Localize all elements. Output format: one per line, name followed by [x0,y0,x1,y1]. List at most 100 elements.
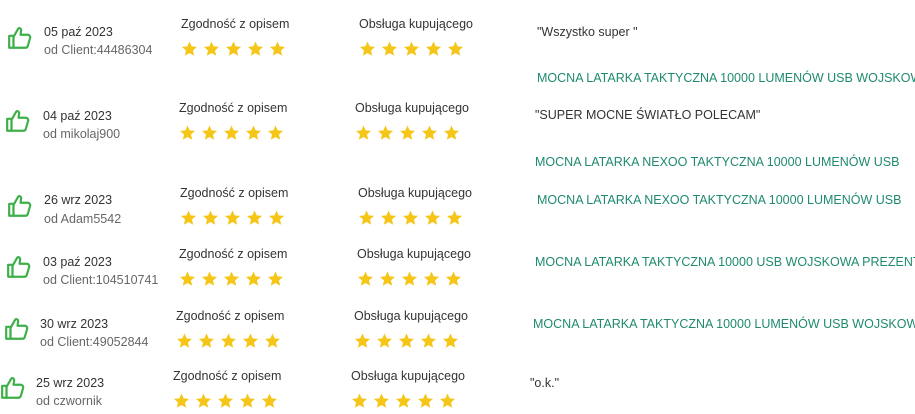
star-icon [358,210,375,226]
star-icon [423,271,440,287]
product-link[interactable]: MOCNA LATARKA NEXOO TAKTYCZNA 10000 LUME… [537,193,901,207]
description-accuracy-stars [181,41,291,57]
description-accuracy-label: Zgodność z opisem [180,186,289,200]
product-link[interactable]: MOCNA LATARKA NEXOO TAKTYCZNA 10000 LUME… [535,155,899,169]
star-icon [442,333,459,349]
product-link[interactable]: MOCNA LATARKA TAKTYCZNA 10000 LUMENÓW US… [533,317,915,331]
review-author: od Client:104510741 [43,273,159,287]
thumbs-up-icon [0,375,26,401]
buyer-service-stars [351,393,461,409]
star-icon [224,210,241,226]
star-icon [176,333,193,349]
star-icon [269,41,286,57]
star-icon [355,125,372,141]
description-accuracy-stars [176,333,286,349]
thumbs-up-icon [4,316,30,342]
star-icon [225,41,242,57]
star-icon [379,271,396,287]
description-accuracy-label: Zgodność z opisem [173,369,282,383]
review-comment: "SUPER MOCNE ŚWIATŁO POLECAM" [535,108,761,122]
star-icon [245,125,262,141]
buyer-service-stars [358,210,468,226]
star-icon [425,41,442,57]
star-icon [201,125,218,141]
buyer-service-stars [359,41,469,57]
star-icon [179,125,196,141]
star-icon [223,271,240,287]
star-icon [245,271,262,287]
star-icon [179,271,196,287]
star-icon [201,271,218,287]
star-icon [381,41,398,57]
star-icon [217,393,234,409]
description-accuracy-label: Zgodność z opisem [181,17,290,31]
buyer-service-label: Obsługa kupującego [357,247,471,261]
thumbs-up-icon [7,193,33,219]
star-icon [220,333,237,349]
star-icon [239,393,256,409]
star-icon [198,333,215,349]
review-comment: "o.k." [530,376,560,390]
review-author: od czwornik [36,394,102,408]
star-icon [439,393,456,409]
product-link[interactable]: MOCNA LATARKA TAKTYCZNA 10000 LUMENÓW US… [537,71,915,85]
star-icon [401,271,418,287]
star-icon [395,393,412,409]
star-icon [417,393,434,409]
description-accuracy-label: Zgodność z opisem [179,101,288,115]
description-accuracy-label: Zgodność z opisem [179,247,288,261]
star-icon [181,41,198,57]
description-accuracy-stars [180,210,290,226]
review-author: od Client:44486304 [44,43,153,57]
star-icon [447,41,464,57]
star-icon [376,333,393,349]
star-icon [264,333,281,349]
star-icon [398,333,415,349]
star-icon [202,210,219,226]
star-icon [424,210,441,226]
review-date: 05 paź 2023 [44,25,113,39]
star-icon [195,393,212,409]
star-icon [247,41,264,57]
star-icon [446,210,463,226]
description-accuracy-label: Zgodność z opisem [176,309,285,323]
buyer-service-label: Obsługa kupującego [355,101,469,115]
review-author: od Adam5542 [44,212,122,226]
star-icon [203,41,220,57]
star-icon [351,393,368,409]
thumbs-up-icon [6,254,32,280]
product-link[interactable]: MOCNA LATARKA TAKTYCZNA 10000 USB WOJSKO… [535,255,915,269]
star-icon [377,125,394,141]
buyer-service-label: Obsługa kupującego [351,369,465,383]
description-accuracy-stars [173,393,283,409]
description-accuracy-stars [179,125,289,141]
buyer-service-stars [357,271,467,287]
thumbs-up-icon [7,25,33,51]
star-icon [223,125,240,141]
star-icon [399,125,416,141]
star-icon [380,210,397,226]
star-icon [267,271,284,287]
star-icon [261,393,278,409]
review-date: 25 wrz 2023 [36,376,105,390]
star-icon [402,210,419,226]
review-author: od mikolaj900 [43,127,121,141]
star-icon [180,210,197,226]
review-date: 04 paź 2023 [43,109,112,123]
star-icon [268,210,285,226]
star-icon [403,41,420,57]
review-date: 26 wrz 2023 [44,193,113,207]
buyer-service-label: Obsługa kupującego [358,186,472,200]
star-icon [354,333,371,349]
star-icon [246,210,263,226]
buyer-service-label: Obsługa kupującego [354,309,468,323]
star-icon [357,271,374,287]
description-accuracy-stars [179,271,289,287]
star-icon [173,393,190,409]
thumbs-up-icon [5,108,31,134]
star-icon [242,333,259,349]
buyer-service-stars [355,125,465,141]
star-icon [373,393,390,409]
star-icon [445,271,462,287]
buyer-service-label: Obsługa kupującego [359,17,473,31]
